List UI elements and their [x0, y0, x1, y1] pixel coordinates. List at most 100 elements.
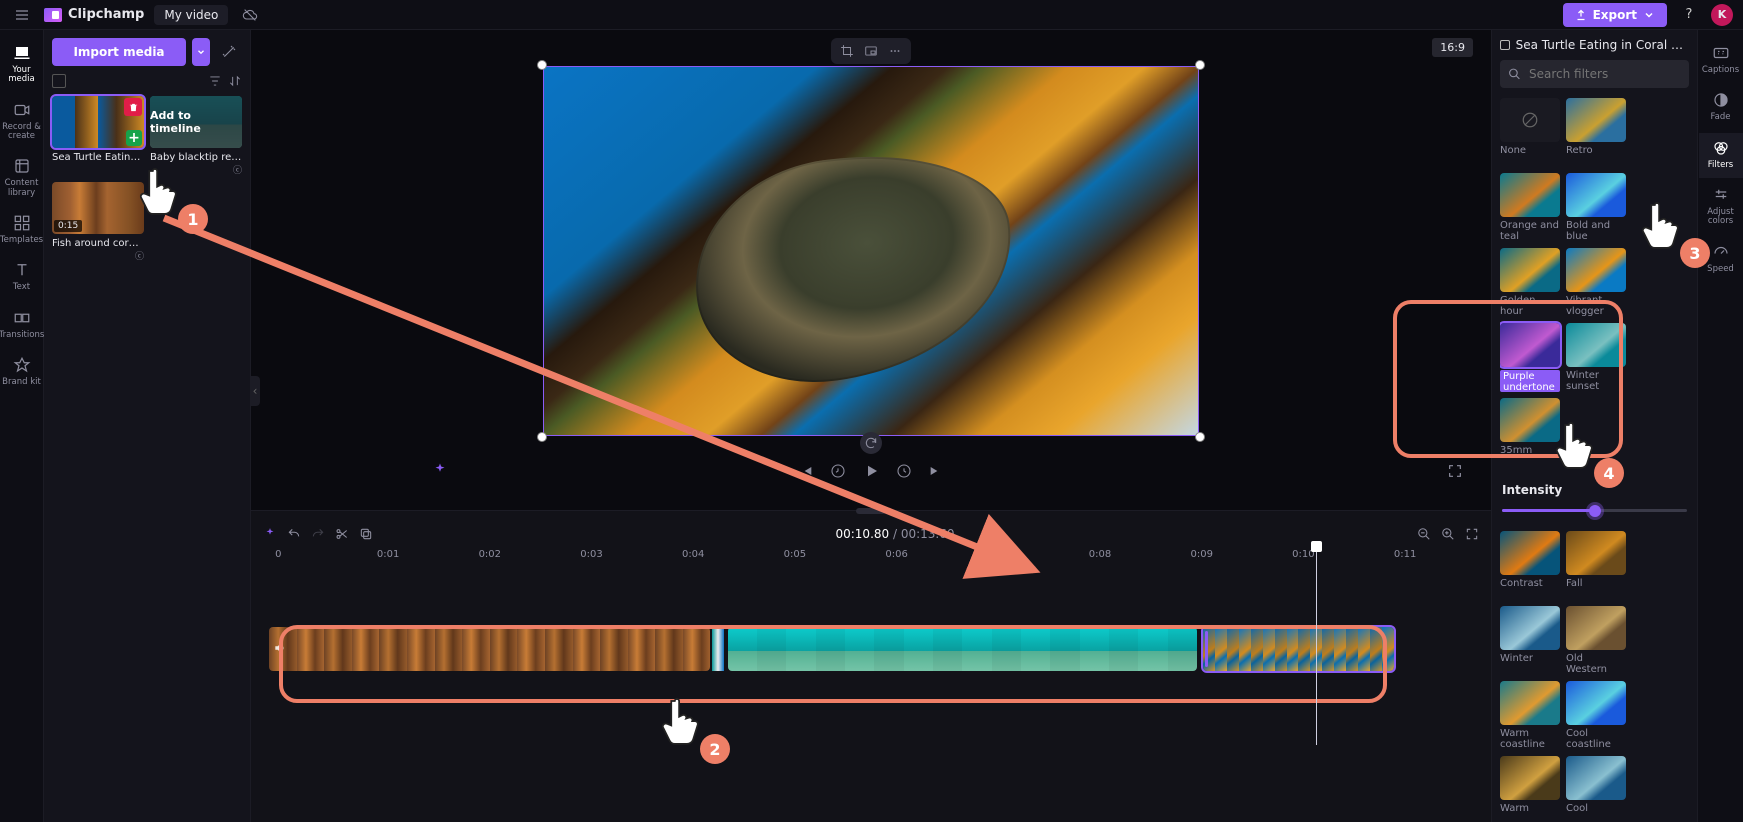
fullscreen-icon[interactable] — [1447, 463, 1463, 479]
redo-icon[interactable] — [311, 527, 325, 541]
media-thumb[interactable]: 0:15 — [52, 182, 144, 234]
split-icon[interactable] — [335, 527, 349, 541]
filter-thumb — [1566, 323, 1626, 367]
import-media-button[interactable]: Import media — [52, 38, 186, 66]
import-dropdown[interactable] — [192, 38, 210, 66]
tl-ai-icon[interactable] — [263, 527, 277, 541]
panel-collapse-handle[interactable]: ‹ — [250, 376, 260, 406]
nav-your-media[interactable]: Your media — [0, 38, 44, 93]
search-input[interactable] — [1527, 66, 1681, 82]
transition-marker[interactable] — [712, 627, 724, 671]
hamburger-menu[interactable] — [10, 3, 34, 27]
aspect-ratio-badge[interactable]: 16:9 — [1432, 38, 1473, 57]
cloud-sync-off-icon[interactable] — [238, 3, 262, 27]
canvas-wrap — [543, 66, 1199, 436]
filter-option[interactable]: Cool coastline — [1566, 681, 1626, 750]
zoom-fit-icon[interactable] — [1465, 527, 1479, 541]
pip-icon[interactable] — [861, 42, 881, 60]
timeline-resize-handle[interactable] — [856, 508, 886, 514]
filter-option[interactable]: Purple undertone — [1500, 323, 1560, 392]
play-icon[interactable] — [862, 462, 880, 480]
filters-panel: Sea Turtle Eating in Coral Reef NoneRetr… — [1491, 30, 1697, 822]
add-to-timeline-icon[interactable]: + — [126, 130, 142, 146]
nav-templates[interactable]: Templates — [0, 208, 44, 253]
skip-back-icon[interactable] — [798, 463, 814, 479]
rotate-handle-icon[interactable] — [860, 432, 882, 454]
select-all-checkbox[interactable] — [52, 74, 66, 88]
resize-handle-br[interactable] — [1195, 432, 1205, 442]
ai-wand-icon[interactable] — [216, 38, 242, 66]
filter-option[interactable]: Fall — [1566, 531, 1626, 600]
ai-sparkle-icon[interactable] — [431, 462, 449, 480]
resize-handle-tl[interactable] — [537, 60, 547, 70]
media-thumb[interactable]: + — [52, 96, 144, 148]
resize-handle-bl[interactable] — [537, 432, 547, 442]
nav-transitions[interactable]: Transitions — [0, 303, 44, 348]
export-button[interactable]: Export — [1563, 3, 1667, 27]
media-label: Baby blacktip reef s…ⓒ — [150, 152, 242, 176]
filter-option[interactable]: Vibrant vlogger — [1566, 248, 1626, 317]
timeline-ruler[interactable]: 00:010:020:030:040:050:060:070:080:090:1… — [263, 549, 1479, 565]
ruler-tick: 0:07 — [987, 549, 1009, 560]
copy-icon[interactable] — [359, 527, 373, 541]
filter-option[interactable]: Cool countryside — [1566, 756, 1626, 814]
clip-audio-icon[interactable] — [273, 641, 287, 655]
clip-handle[interactable] — [1205, 631, 1208, 667]
filter-option[interactable]: Golden hour — [1500, 248, 1560, 317]
filter-icon[interactable] — [208, 74, 222, 88]
filter-option[interactable]: 35mm — [1500, 398, 1560, 467]
project-name[interactable]: My video — [154, 5, 228, 25]
filter-thumb — [1566, 248, 1626, 292]
left-nav-rail: Your media Record & create Content libra… — [0, 30, 44, 822]
timeline-clip[interactable] — [269, 627, 710, 671]
filter-label: Purple undertone — [1500, 370, 1560, 392]
filter-option[interactable]: Winter sunset — [1566, 323, 1626, 392]
filter-option[interactable]: Warm coastline — [1500, 681, 1560, 750]
playhead[interactable] — [1316, 549, 1317, 745]
timeline-clip[interactable] — [1203, 627, 1394, 671]
rnav-captions[interactable]: Captions — [1699, 38, 1743, 83]
timeline-tracks[interactable] — [263, 619, 1479, 679]
media-item[interactable]: 0:15Fish around coral re…ⓒ — [52, 182, 144, 262]
nav-brand-kit[interactable]: Brand kit — [0, 350, 44, 395]
media-item[interactable]: Add to timeline Baby blacktip reef s…ⓒ — [150, 96, 242, 176]
nav-content-library[interactable]: Content library — [0, 151, 44, 206]
filter-label: Golden hour — [1500, 295, 1560, 317]
nav-record-create[interactable]: Record & create — [0, 95, 44, 150]
zoom-in-icon[interactable] — [1441, 527, 1455, 541]
intensity-slider[interactable] — [1502, 503, 1687, 517]
media-item[interactable]: +Sea Turtle Eating i… — [52, 96, 144, 176]
filter-option[interactable]: Warm countryside — [1500, 756, 1560, 814]
media-thumb[interactable]: Add to timeline — [150, 96, 242, 148]
filter-option[interactable]: Bold and blue — [1566, 173, 1626, 242]
skip-fwd-icon[interactable] — [928, 463, 944, 479]
rnav-filters[interactable]: Filters — [1699, 133, 1743, 178]
rnav-adjust-colors[interactable]: Adjust colors — [1699, 180, 1743, 235]
forward-icon[interactable] — [896, 463, 912, 479]
filter-option[interactable]: Orange and teal — [1500, 173, 1560, 242]
filter-thumb — [1566, 98, 1626, 142]
nav-text[interactable]: Text — [0, 255, 44, 300]
filter-option[interactable]: Retro — [1566, 98, 1626, 167]
sort-icon[interactable] — [228, 74, 242, 88]
filter-option[interactable]: Winter — [1500, 606, 1560, 675]
timeline-clip[interactable] — [728, 627, 1197, 671]
undo-icon[interactable] — [287, 527, 301, 541]
preview-canvas[interactable] — [543, 66, 1199, 436]
filter-option[interactable]: Contrast — [1500, 531, 1560, 600]
crop-icon[interactable] — [837, 42, 857, 60]
avatar[interactable]: K — [1711, 4, 1733, 26]
zoom-out-icon[interactable] — [1417, 527, 1431, 541]
filter-thumb — [1500, 398, 1560, 442]
more-icon[interactable] — [885, 42, 905, 60]
rnav-fade[interactable]: Fade — [1699, 85, 1743, 130]
resize-handle-tr[interactable] — [1195, 60, 1205, 70]
filter-thumb — [1566, 173, 1626, 217]
search-filters[interactable] — [1500, 60, 1689, 88]
help-button[interactable]: ? — [1677, 3, 1701, 27]
rewind-icon[interactable] — [830, 463, 846, 479]
rnav-speed[interactable]: Speed — [1699, 237, 1743, 282]
filter-option[interactable]: Old Western — [1566, 606, 1626, 675]
filter-option[interactable]: None — [1500, 98, 1560, 167]
delete-icon[interactable] — [124, 98, 142, 116]
